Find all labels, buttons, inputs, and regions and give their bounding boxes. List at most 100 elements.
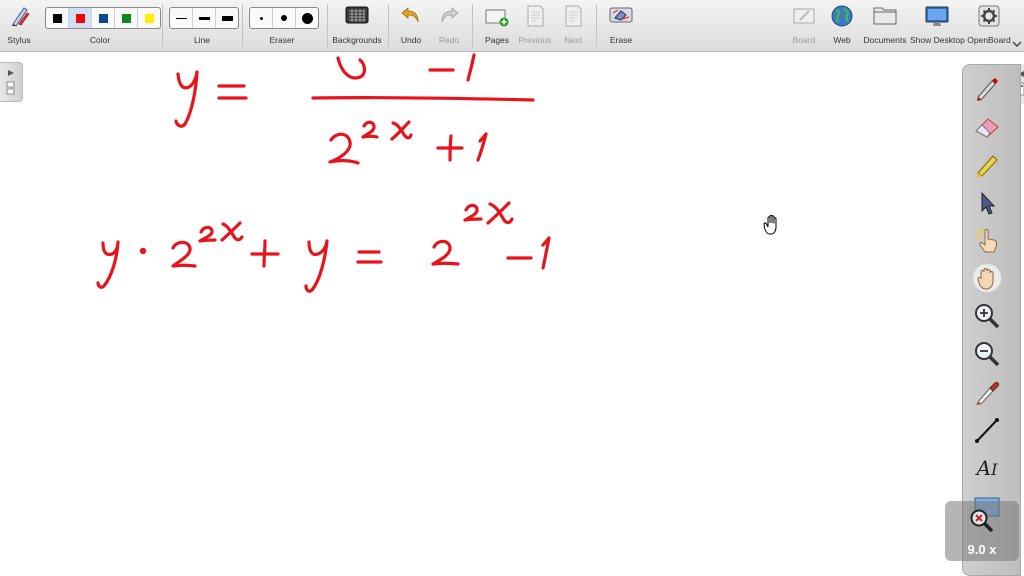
previous-page-icon bbox=[527, 5, 544, 27]
color-label: Color bbox=[89, 35, 111, 45]
ink-numerator-2 bbox=[336, 56, 367, 80]
stylus-label: Stylus bbox=[7, 35, 31, 45]
previous-label: Previous bbox=[518, 35, 552, 45]
undo-button[interactable]: Undo bbox=[396, 0, 426, 51]
ink-exp2-2 bbox=[198, 225, 217, 243]
pages-label: Pages bbox=[484, 35, 510, 45]
selector-arrow-icon[interactable] bbox=[972, 187, 1002, 217]
eraser-size-selector bbox=[249, 7, 319, 29]
main-toolbar: Stylus Color Line Eraser Backgrounds Und… bbox=[0, 0, 1024, 52]
next-button[interactable]: Next bbox=[558, 0, 588, 51]
toolbar-divider bbox=[472, 4, 473, 47]
ink-y bbox=[174, 70, 199, 128]
openboard-label: OpenBoard bbox=[967, 35, 1011, 45]
show-desktop-label: Show Desktop bbox=[910, 35, 965, 45]
show-desktop-button[interactable]: Show Desktop bbox=[910, 0, 965, 51]
magnifier-icon bbox=[970, 509, 994, 533]
ink-exp3-2 bbox=[463, 203, 483, 222]
tool-dock: AI bbox=[962, 64, 1021, 576]
color-swatch-yellow[interactable] bbox=[138, 8, 160, 28]
line-icon[interactable] bbox=[972, 415, 1002, 445]
line-thick-option[interactable] bbox=[216, 8, 238, 28]
documents-label: Documents bbox=[863, 35, 907, 45]
ink-denominator-1 bbox=[476, 132, 488, 162]
pages-button[interactable]: Pages bbox=[480, 0, 514, 51]
laser-pointer-icon[interactable] bbox=[972, 225, 1002, 255]
pipette-icon[interactable] bbox=[972, 377, 1002, 407]
text-tool-glyph: A bbox=[976, 456, 992, 480]
ink-2b bbox=[431, 239, 460, 266]
eraser-large-option[interactable] bbox=[296, 8, 318, 28]
page-thumbnail-icon bbox=[6, 81, 15, 95]
board-label: Board bbox=[792, 35, 816, 45]
redo-icon bbox=[441, 7, 459, 23]
eraser-small-option[interactable] bbox=[250, 8, 273, 28]
previous-button[interactable]: Previous bbox=[516, 0, 554, 51]
color-swatch-green[interactable] bbox=[115, 8, 138, 28]
pen-icon[interactable] bbox=[972, 73, 1002, 103]
ink-dot bbox=[139, 247, 147, 255]
zoom-level-text: 9.0 x bbox=[967, 542, 997, 557]
zoom-indicator: 9.0 x bbox=[945, 501, 1019, 561]
backgrounds-label: Backgrounds bbox=[332, 35, 382, 45]
toolbar-divider bbox=[242, 4, 243, 47]
zoom-out-icon[interactable] bbox=[972, 339, 1002, 369]
stylus-icon bbox=[12, 7, 30, 27]
ink-y3 bbox=[304, 239, 329, 293]
line-medium-option[interactable] bbox=[193, 8, 216, 28]
toolbar-divider bbox=[596, 4, 597, 47]
line-group: Line bbox=[168, 0, 239, 51]
erase-board-icon bbox=[609, 7, 633, 23]
openboard-settings-icon bbox=[978, 5, 1000, 27]
redo-button[interactable]: Redo bbox=[434, 0, 464, 51]
color-palette bbox=[45, 7, 161, 29]
globe-icon bbox=[831, 5, 853, 27]
add-page-icon bbox=[485, 9, 509, 27]
ink-exp-2 bbox=[361, 120, 379, 139]
eraser-group: Eraser bbox=[248, 0, 319, 51]
ink-plus bbox=[436, 134, 464, 162]
text-icon: AI bbox=[977, 456, 998, 480]
openboard-menu-button[interactable]: OpenBoard bbox=[966, 0, 1012, 51]
text-tool-button[interactable]: AI bbox=[972, 453, 1002, 483]
play-arrow-icon bbox=[8, 70, 14, 76]
whiteboard-canvas[interactable] bbox=[0, 52, 960, 576]
hand-tool-button[interactable] bbox=[972, 263, 1002, 293]
monitor-icon bbox=[925, 6, 949, 26]
hand-cursor-icon bbox=[763, 214, 777, 235]
stylus-button[interactable]: Stylus bbox=[2, 0, 36, 51]
eraser-label: Eraser bbox=[269, 35, 295, 45]
color-swatch-black[interactable] bbox=[46, 8, 69, 28]
chevron-down-icon[interactable] bbox=[1012, 40, 1022, 48]
toolbar-divider bbox=[388, 4, 389, 47]
zoom-in-icon[interactable] bbox=[972, 301, 1002, 331]
redo-label: Redo bbox=[438, 35, 460, 45]
line-label: Line bbox=[193, 35, 211, 45]
ink-numerator-minus-1 bbox=[428, 53, 476, 82]
color-swatch-blue[interactable] bbox=[92, 8, 115, 28]
board-button[interactable]: Board bbox=[788, 0, 820, 51]
handwritten-equations bbox=[96, 53, 551, 293]
backgrounds-icon bbox=[345, 6, 369, 24]
ink-y2 bbox=[96, 240, 120, 289]
marker-icon[interactable] bbox=[972, 149, 1002, 179]
ink-denominator-2 bbox=[328, 132, 360, 165]
undo-icon bbox=[401, 7, 419, 23]
eraser-icon[interactable] bbox=[972, 111, 1002, 141]
ink-exp2-x bbox=[220, 221, 244, 242]
erase-button[interactable]: Erase bbox=[604, 0, 638, 51]
web-button[interactable]: Web bbox=[828, 0, 856, 51]
next-page-icon bbox=[565, 5, 582, 27]
ink-plus2 bbox=[250, 239, 280, 268]
backgrounds-button[interactable]: Backgrounds bbox=[331, 0, 383, 51]
board-icon bbox=[793, 8, 815, 24]
documents-button[interactable]: Documents bbox=[862, 0, 908, 51]
eraser-medium-option[interactable] bbox=[273, 8, 296, 28]
line-thin-option[interactable] bbox=[170, 8, 193, 28]
page-panel-toggle[interactable] bbox=[0, 62, 23, 102]
color-swatch-red[interactable] bbox=[69, 8, 92, 28]
toolbar-divider bbox=[327, 4, 328, 47]
ink-exp-x bbox=[390, 120, 413, 141]
ink-2a bbox=[171, 240, 197, 268]
text-tool-cursor: I bbox=[991, 460, 998, 479]
